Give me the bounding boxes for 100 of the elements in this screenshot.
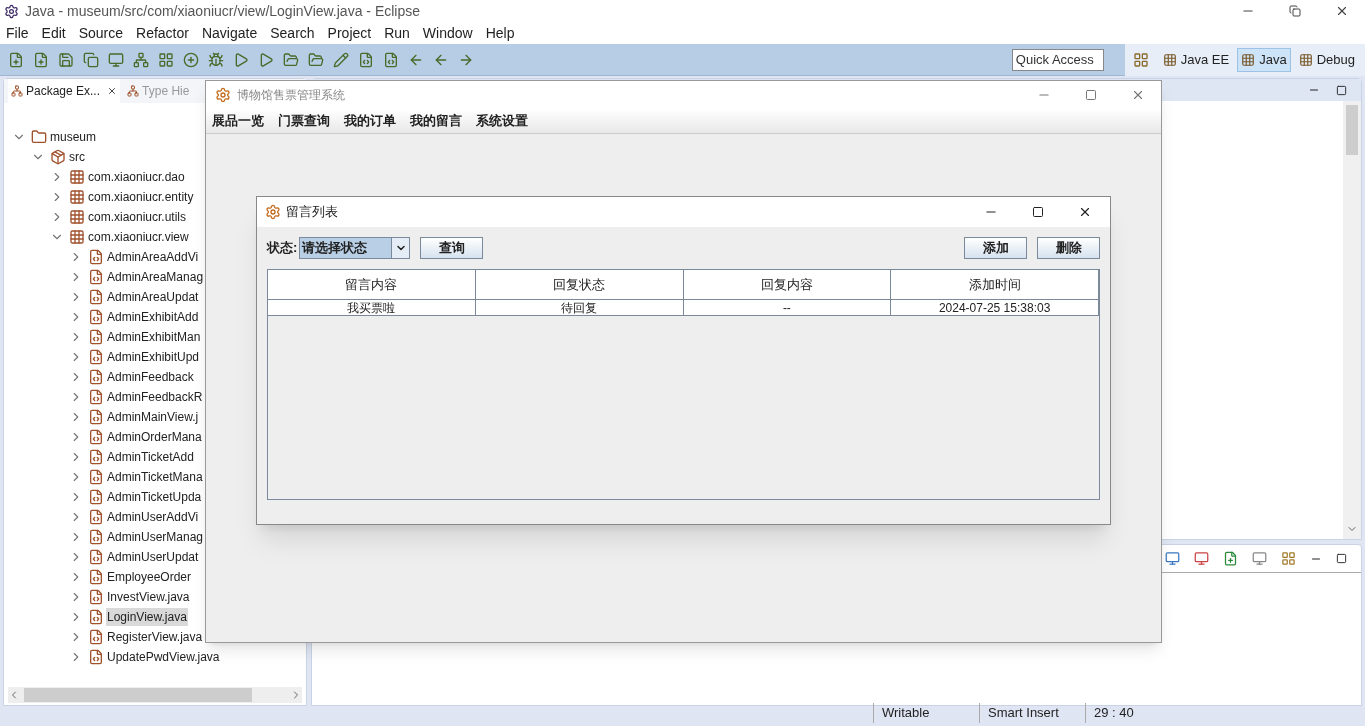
maximize-icon[interactable] bbox=[1336, 84, 1347, 96]
status-label: 状态: bbox=[267, 239, 298, 258]
grid-icon[interactable] bbox=[158, 51, 174, 68]
column-header[interactable]: 回复状态 bbox=[475, 270, 684, 299]
quick-access-field[interactable]: Quick Access bbox=[1011, 48, 1104, 71]
file-icon bbox=[88, 309, 104, 325]
tree-item[interactable]: InvestView.java bbox=[106, 588, 191, 606]
file-icon bbox=[88, 629, 104, 645]
file-icon bbox=[88, 569, 104, 585]
vertical-scrollbar[interactable] bbox=[1343, 101, 1361, 539]
network-icon[interactable] bbox=[133, 51, 149, 68]
tree-item[interactable]: AdminAreaManag bbox=[106, 268, 205, 286]
scrollbar-thumb[interactable] bbox=[24, 688, 252, 702]
table-cell: 待回复 bbox=[475, 300, 684, 315]
tree-item[interactable]: AdminExhibitAdd bbox=[106, 308, 200, 326]
tree-item[interactable]: LoginView.java bbox=[106, 608, 188, 626]
restore-icon[interactable] bbox=[1289, 5, 1301, 17]
tree-item[interactable]: AdminExhibitMan bbox=[106, 328, 202, 346]
tree-item[interactable]: AdminAreaUpdat bbox=[106, 288, 200, 306]
query-button[interactable]: 查询 bbox=[420, 237, 484, 259]
tree-item[interactable]: AdminMainView.j bbox=[106, 408, 200, 426]
status-field: 29 : 40 bbox=[1085, 703, 1175, 723]
delete-button[interactable]: 删除 bbox=[1037, 237, 1100, 259]
play-icon[interactable] bbox=[258, 51, 274, 68]
tree-item[interactable]: AdminOrderMana bbox=[106, 428, 203, 446]
tree-item[interactable]: AdminTicketUpda bbox=[106, 488, 203, 506]
menu-item[interactable]: Search bbox=[270, 22, 315, 44]
tree-item[interactable]: AdminTicketAdd bbox=[106, 448, 195, 466]
tree-item[interactable]: UpdatePwdView.java bbox=[106, 648, 221, 666]
column-header[interactable]: 添加时间 bbox=[891, 270, 1099, 299]
tree-item[interactable]: RegisterView.java bbox=[106, 628, 204, 646]
add-button[interactable]: 添加 bbox=[964, 237, 1027, 259]
menu-item[interactable]: Project bbox=[327, 22, 372, 44]
monitor-icon[interactable] bbox=[1165, 551, 1180, 566]
file-icon bbox=[88, 429, 104, 445]
file-icon bbox=[88, 609, 104, 625]
window-title: Java - museum/src/com/xiaoniucr/view/LoginView.java - Eclipse bbox=[25, 1, 420, 21]
scrollbar-thumb[interactable] bbox=[1346, 105, 1358, 155]
file-icon[interactable] bbox=[358, 51, 374, 68]
menu-item[interactable]: Refactor bbox=[136, 22, 189, 44]
tree-item[interactable]: com.xiaoniucr.entity bbox=[87, 188, 195, 206]
close-icon[interactable] bbox=[107, 86, 118, 96]
tree-item[interactable]: AdminUserUpdat bbox=[106, 548, 200, 566]
monitor-icon[interactable] bbox=[1252, 551, 1267, 566]
play-icon[interactable] bbox=[233, 51, 249, 68]
menu-item[interactable]: Navigate bbox=[201, 22, 258, 44]
status-field: Writable bbox=[873, 703, 979, 723]
new-file-icon[interactable] bbox=[33, 51, 49, 68]
pencil-icon[interactable] bbox=[333, 51, 349, 68]
tree-item[interactable]: com.xiaoniucr.view bbox=[87, 228, 190, 246]
status-dropdown[interactable]: 请选择状态 bbox=[299, 237, 411, 259]
menu-item[interactable]: File bbox=[6, 22, 29, 44]
monitor-icon[interactable] bbox=[108, 51, 124, 68]
tree-item[interactable]: AdminFeedbackR bbox=[106, 388, 204, 406]
open-perspective-icon[interactable] bbox=[1132, 51, 1149, 68]
tree-item[interactable]: AdminFeedback bbox=[106, 368, 195, 386]
menu-item[interactable]: Edit bbox=[41, 22, 66, 44]
menu-item[interactable]: Window bbox=[422, 22, 473, 44]
tree-item[interactable]: museum bbox=[49, 128, 97, 146]
perspective-icon bbox=[1162, 52, 1177, 67]
menu-item[interactable]: 我的留言 bbox=[410, 111, 462, 131]
menu-item[interactable]: 系统设置 bbox=[476, 111, 528, 131]
menu-item[interactable]: 展品一览 bbox=[212, 111, 264, 131]
tree-item[interactable]: AdminAreaAddVi bbox=[106, 248, 200, 266]
tree-item[interactable]: AdminTicketMana bbox=[106, 468, 204, 486]
menu-item[interactable]: Source bbox=[78, 22, 124, 44]
file-icon bbox=[88, 249, 104, 265]
perspective-button[interactable]: Java bbox=[1237, 47, 1291, 72]
file-icon bbox=[88, 349, 104, 365]
view-tab[interactable]: Package Ex... bbox=[8, 79, 121, 103]
perspective-button[interactable]: Java EE bbox=[1158, 47, 1234, 72]
maximize-icon[interactable] bbox=[1336, 553, 1347, 564]
close-icon[interactable] bbox=[1335, 4, 1349, 18]
tree-item[interactable]: com.xiaoniucr.utils bbox=[87, 208, 188, 226]
tree-item[interactable]: src bbox=[68, 148, 86, 166]
column-header[interactable]: 留言内容 bbox=[268, 270, 476, 299]
table-cell: 2024-07-25 15:38:03 bbox=[891, 300, 1099, 315]
maximize-icon[interactable] bbox=[1032, 206, 1044, 218]
tree-item[interactable]: AdminExhibitUpd bbox=[106, 348, 201, 366]
tree-item[interactable]: AdminUserAddVi bbox=[106, 508, 200, 526]
file-icon bbox=[88, 409, 104, 425]
column-header[interactable]: 回复内容 bbox=[683, 270, 892, 299]
horizontal-scrollbar[interactable] bbox=[8, 687, 302, 703]
menu-item[interactable]: 我的订单 bbox=[344, 111, 396, 131]
menu-item[interactable]: 门票查询 bbox=[278, 111, 330, 131]
bug-icon[interactable] bbox=[208, 51, 224, 68]
file-icon[interactable] bbox=[383, 51, 399, 68]
file-icon bbox=[88, 589, 104, 605]
tree-item[interactable]: EmployeeOrder bbox=[106, 568, 193, 586]
copy-icon[interactable] bbox=[83, 51, 99, 68]
save-icon[interactable] bbox=[58, 51, 74, 68]
new-file-icon[interactable] bbox=[8, 51, 24, 68]
perspective-button[interactable]: Debug bbox=[1294, 47, 1359, 72]
close-icon[interactable] bbox=[1078, 205, 1092, 219]
tree-item[interactable]: AdminUserManag bbox=[106, 528, 205, 546]
tree-item[interactable]: com.xiaoniucr.dao bbox=[87, 168, 186, 186]
menu-item[interactable]: Help bbox=[485, 22, 515, 44]
menu-item[interactable]: Run bbox=[384, 22, 410, 44]
monitor-icon[interactable] bbox=[1194, 551, 1209, 566]
add-icon[interactable] bbox=[183, 51, 199, 68]
